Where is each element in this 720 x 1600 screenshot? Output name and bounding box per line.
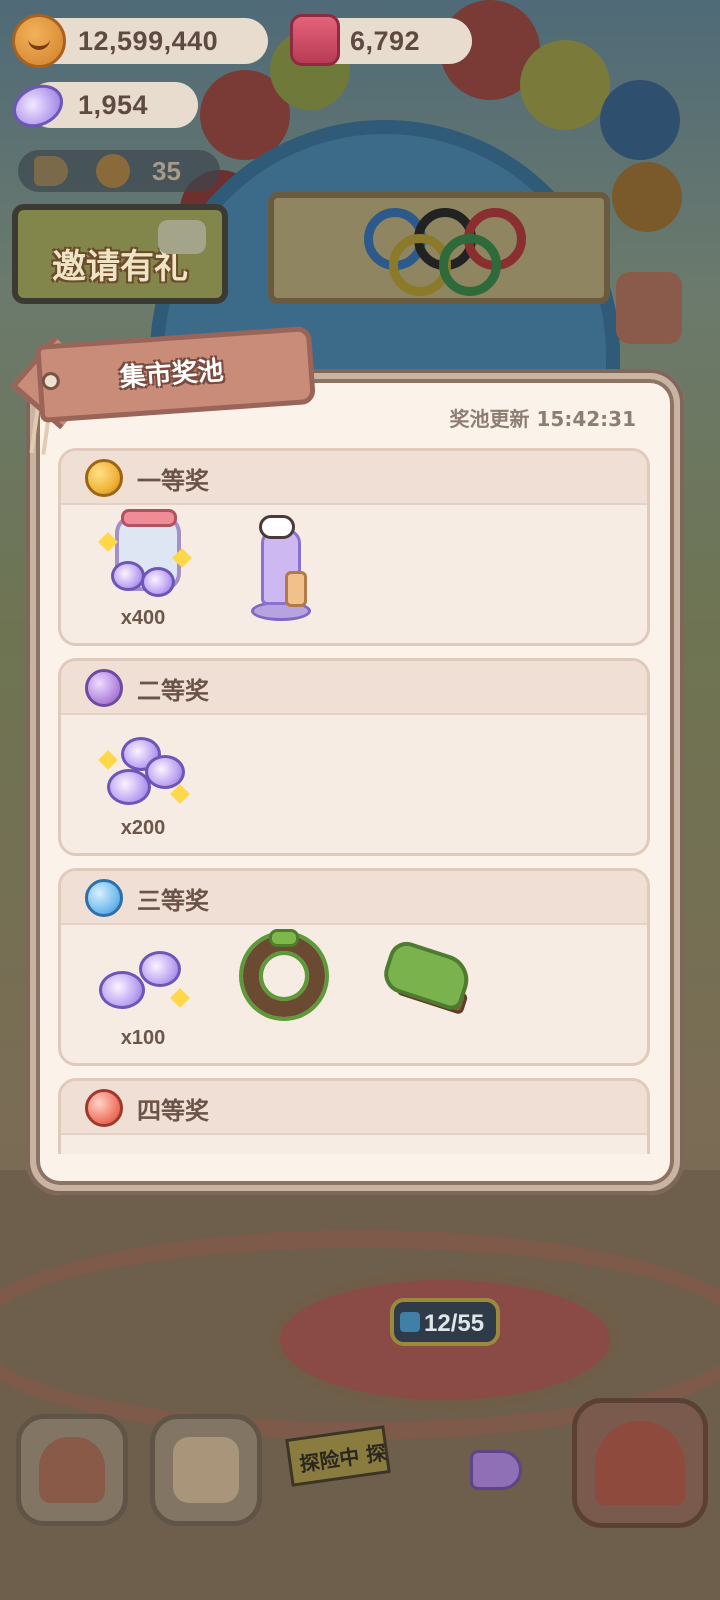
blue-orb-icon — [85, 879, 123, 917]
tier-header: 四等奖 — [61, 1081, 647, 1135]
energy-counter[interactable]: 12/55 — [390, 1298, 500, 1346]
megaphone-icon[interactable] — [470, 1450, 522, 1490]
flower-hedge-icon — [379, 937, 475, 1013]
exploring-label: 探险中 探 — [298, 1440, 388, 1477]
message-bar[interactable]: 35 — [18, 150, 220, 192]
reward-item[interactable] — [237, 929, 337, 1055]
red-gem-icon — [290, 14, 340, 66]
mushroom-house-icon — [39, 1437, 105, 1503]
tier-name: 一等奖 — [137, 467, 209, 495]
reward-item[interactable] — [377, 935, 477, 1055]
balloon — [520, 40, 610, 130]
pool-refresh-timer: 奖池更新 15:42:31 — [449, 407, 636, 431]
home-button[interactable] — [16, 1414, 128, 1526]
theater-button[interactable] — [572, 1398, 708, 1528]
cookie-icon — [12, 14, 66, 68]
gold-orb-icon — [85, 459, 123, 497]
tier-header: 一等奖 — [61, 451, 647, 505]
calendar-button[interactable] — [150, 1414, 262, 1526]
reward-item[interactable]: x200 — [93, 725, 193, 845]
tier-header: 三等奖 — [61, 871, 647, 925]
prize-tier-first: 一等奖 x400 — [58, 448, 650, 646]
energy-plus-icon — [400, 1312, 420, 1332]
olympic-ring-icon — [439, 234, 501, 296]
energy-value: 12/55 — [424, 1310, 485, 1337]
flower-wreath-icon — [243, 935, 325, 1017]
prize-tier-fourth: 四等奖 — [58, 1078, 650, 1154]
calendar-heart-icon — [173, 1437, 239, 1503]
prize-tier-third: 三等奖 x100 — [58, 868, 650, 1066]
tier-name: 二等奖 — [137, 677, 209, 705]
photo-card-icon[interactable] — [616, 272, 682, 344]
flower-cookie-icon[interactable] — [612, 162, 682, 232]
reward-quantity: x400 — [120, 607, 166, 629]
olympic-sign — [268, 192, 610, 304]
tier-header: 二等奖 — [61, 661, 647, 715]
reward-item[interactable]: x100 — [93, 935, 193, 1055]
reward-item[interactable] — [241, 515, 341, 635]
tier-name: 四等奖 — [137, 1097, 209, 1125]
prize-tier-second: 二等奖 x200 — [58, 658, 650, 856]
reward-item[interactable]: x400 — [93, 509, 193, 635]
message-count: 35 — [152, 156, 181, 186]
cookie-value: 12,599,440 — [78, 25, 219, 56]
reward-quantity: x100 — [120, 1027, 166, 1049]
prize-tier-list[interactable]: 一等奖 x400 二等奖 x200 三等奖 x100 四等奖 — [58, 448, 650, 1154]
tier-name: 三等奖 — [137, 887, 209, 915]
cookie-avatar-icon — [96, 154, 130, 188]
reward-quantity: x200 — [120, 817, 166, 839]
red-orb-icon — [85, 1089, 123, 1127]
candy-value: 1,954 — [78, 89, 149, 120]
megaphone-icon — [34, 156, 68, 186]
purple-orb-icon — [85, 669, 123, 707]
speech-bubble-icon — [158, 220, 206, 254]
invite-rewards-button[interactable]: 邀请有礼 — [12, 204, 228, 304]
balloon — [600, 80, 680, 160]
dialog-title: 集市奖池 — [118, 356, 225, 394]
theater-stage-icon — [595, 1421, 685, 1505]
gem-value: 6,792 — [350, 25, 421, 56]
candy-pair-icon — [139, 951, 181, 987]
